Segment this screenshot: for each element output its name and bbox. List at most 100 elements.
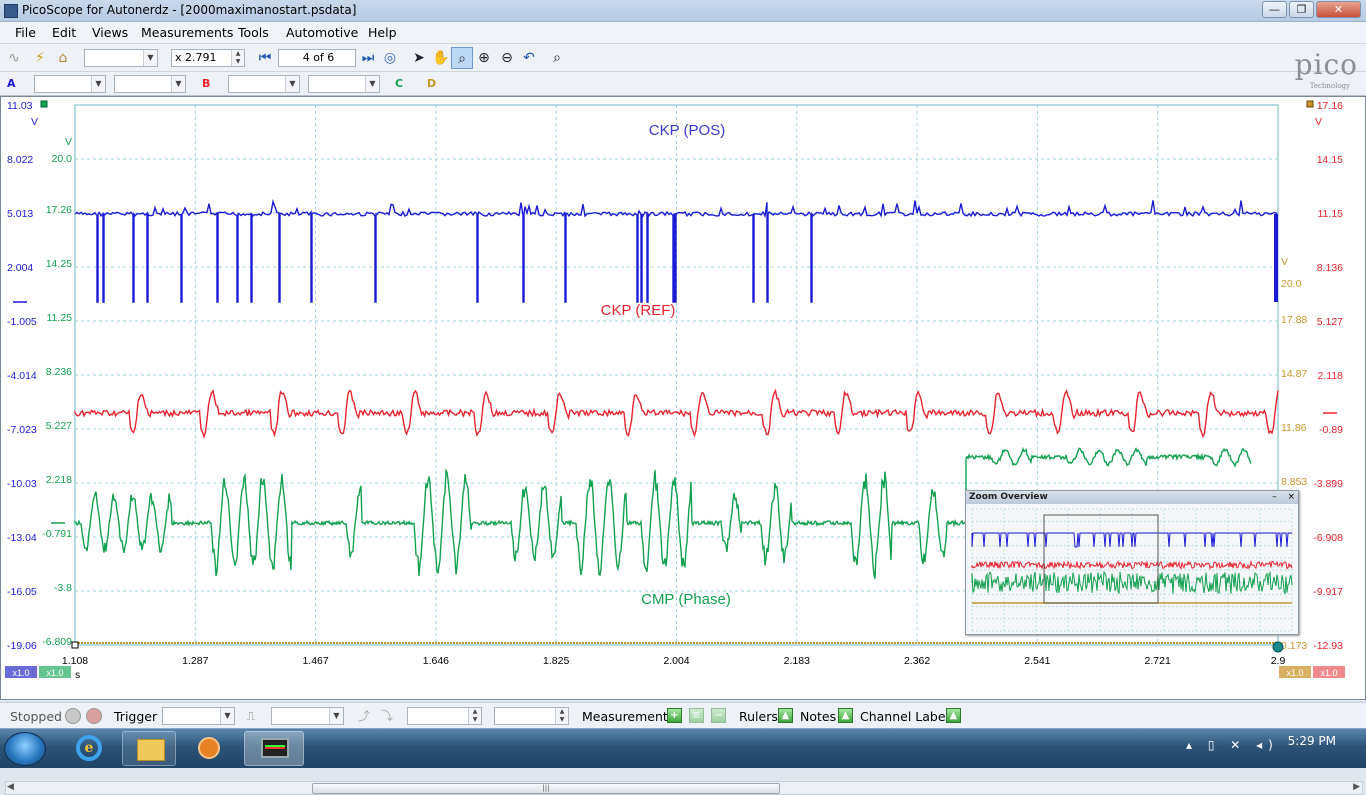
rising-edge-icon[interactable]: ⤴ (353, 705, 375, 727)
menu-file[interactable]: File (15, 25, 36, 40)
taskbar-clock[interactable]: 5:29 PM (1288, 734, 1336, 748)
x-axis-tick-label: 1.467 (302, 655, 328, 667)
scroll-left-icon[interactable]: ◀ (7, 782, 14, 792)
channel-b-coupling-select[interactable]: ▼ (308, 75, 380, 93)
axis-c-tick-label: 5.227 (46, 420, 72, 432)
first-buffer-icon[interactable]: ⏮ (254, 47, 276, 69)
start-button[interactable] (4, 732, 46, 766)
auto-setup-icon[interactable]: ⚡ (29, 47, 51, 69)
chevron-down-icon: ▼ (91, 76, 105, 92)
pico-logo-text: pico (1294, 48, 1358, 81)
zoom-out-icon[interactable]: ⊖ (496, 47, 518, 69)
delete-measurement-icon[interactable]: − (711, 708, 726, 723)
home-icon[interactable]: ⌂ (52, 47, 74, 69)
status-bar: Stopped Trigger ▼ ⎍ ▼ ⤴ ⤵ ▲ ▼ ▲ ▼ Measurem… (0, 702, 1366, 728)
menu-measurements[interactable]: Measurements (141, 25, 233, 40)
spin-arrows-icon[interactable]: ▲ ▼ (468, 708, 481, 724)
zoom-tool-icon[interactable]: ⌕ (451, 47, 473, 69)
axis-d-tick-label: 20.0 (1281, 278, 1302, 290)
stop-icon[interactable] (86, 708, 102, 724)
rulers-label: Rulers (739, 709, 778, 724)
menu-help[interactable]: Help (368, 25, 397, 40)
zoom-overview-close-icon[interactable]: × (1287, 492, 1295, 502)
internet-explorer-icon[interactable]: e (62, 731, 116, 766)
notes-expand-icon[interactable]: ▲ (838, 708, 853, 723)
close-button[interactable]: ✕ (1316, 1, 1361, 18)
hand-tool-icon[interactable]: ✋ (430, 47, 452, 69)
maximize-button[interactable]: ❐ (1289, 1, 1314, 18)
minimize-button[interactable]: — (1262, 1, 1287, 18)
axis-b-tick-label: -12.93 (1313, 640, 1343, 652)
axis-c-tick-label: 17.26 (46, 204, 72, 216)
channel-a-button[interactable]: A (4, 75, 26, 93)
channel-a-range-select[interactable]: ▼ (34, 75, 106, 93)
channel-b-range-select[interactable]: ▼ (228, 75, 300, 93)
picoscope-task-icon[interactable] (244, 731, 304, 766)
channel-b-button[interactable]: B (199, 75, 221, 93)
x-axis-tick-label: 2.183 (784, 655, 810, 667)
axis-b-tick-label: -0.89 (1319, 424, 1343, 436)
system-tray-icons[interactable]: ▴ ▯ ✕ ◂) (1186, 738, 1279, 752)
axis-c-tick-label: -3.8 (54, 582, 72, 594)
waveform-ckp-pos (74, 198, 1278, 303)
horizontal-scrollbar[interactable]: ◀ ||| ▶ (5, 781, 1363, 795)
picoscope-app-icon (4, 4, 18, 18)
rulers-expand-icon[interactable]: ▲ (778, 708, 793, 723)
zoom-to-fit-icon[interactable]: ⌕ (546, 47, 568, 69)
channel-labels-expand-icon[interactable]: ▲ (946, 708, 961, 723)
collection-time-select[interactable]: ▼ (84, 49, 158, 67)
buffer-position-value: 4 of 6 (302, 51, 335, 64)
chevron-down-icon: ▼ (365, 76, 379, 92)
spin-arrows-icon[interactable]: ▲ ▼ (555, 708, 568, 724)
zoom-overview-minimize-icon[interactable]: – (1272, 492, 1277, 502)
media-player-icon[interactable] (182, 731, 236, 766)
axis-a-tick-label: -16.05 (7, 586, 37, 598)
axis-b-unit: V (1315, 116, 1322, 128)
signal-generator-icon[interactable]: ∿ (3, 47, 25, 69)
trigger-channel-select[interactable]: ▼ (271, 707, 344, 725)
zoom-in-icon[interactable]: ⊕ (473, 47, 495, 69)
channel-a-coupling-select[interactable]: ▼ (114, 75, 186, 93)
axis-c-tick-label: 2.218 (46, 474, 72, 486)
trigger-type-icon[interactable]: ⎍ (240, 705, 262, 727)
x-axis-tick-label: 1.646 (423, 655, 449, 667)
trigger-label: Trigger (114, 709, 158, 724)
scrollbar-thumb[interactable]: ||| (312, 783, 780, 794)
zoom-overview-panel[interactable]: Zoom Overview – × (965, 490, 1299, 635)
scale-badge-c: x1.0 (46, 668, 63, 678)
buffer-position-field[interactable]: 4 of 6 (278, 49, 356, 67)
x-axis-unit: s (75, 669, 80, 681)
trigger-pretrigger-field[interactable]: ▲ ▼ (494, 707, 569, 725)
channel-d-button[interactable]: D (424, 75, 446, 93)
start-icon[interactable] (65, 708, 81, 724)
menu-views[interactable]: Views (92, 25, 128, 40)
select-tool-icon[interactable]: ➤ (408, 47, 430, 69)
undo-zoom-icon[interactable]: ↶ (518, 47, 540, 69)
measurements-label: Measurements (582, 709, 675, 724)
last-buffer-icon[interactable]: ⏭ (357, 47, 379, 69)
zoom-overview-title: Zoom Overview (966, 491, 1298, 504)
zoom-factor-field[interactable]: x 2.791 ▲ ▼ (171, 49, 245, 67)
zoom-overview-plot[interactable] (966, 505, 1298, 635)
menu-edit[interactable]: Edit (52, 25, 76, 40)
menu-tools[interactable]: Tools (238, 25, 269, 40)
axis-c-tick-label: 8.236 (46, 366, 72, 378)
channel-c-button[interactable]: C (392, 75, 414, 93)
trigger-threshold-field[interactable]: ▲ ▼ (407, 707, 482, 725)
explorer-icon[interactable] (122, 731, 176, 766)
spin-arrows-icon[interactable]: ▲ ▼ (231, 50, 244, 66)
axis-d-tick-label: 8.853 (1281, 476, 1307, 488)
add-measurement-icon[interactable]: + (667, 708, 682, 723)
trigger-mode-select[interactable]: ▼ (162, 707, 235, 725)
scroll-right-icon[interactable]: ▶ (1353, 782, 1360, 792)
axis-a-tick-label: -7.023 (7, 424, 37, 436)
axis-c-tick-label: 20.0 (52, 153, 73, 165)
edit-measurement-icon[interactable]: ≡ (689, 708, 704, 723)
scope-view[interactable]: 11.03 8.022 5.013 2.004 -1.005 -4.014 -7.023 -1… (0, 96, 1366, 795)
x-axis-tick-label: 2.721 (1145, 655, 1171, 667)
axis-a-tick-label: -13.04 (7, 532, 37, 544)
axis-c-tick-label: 11.25 (47, 312, 73, 324)
menu-automotive[interactable]: Automotive (286, 25, 358, 40)
buffer-navigator-icon[interactable]: ◎ (379, 47, 401, 69)
falling-edge-icon[interactable]: ⤵ (376, 705, 398, 727)
